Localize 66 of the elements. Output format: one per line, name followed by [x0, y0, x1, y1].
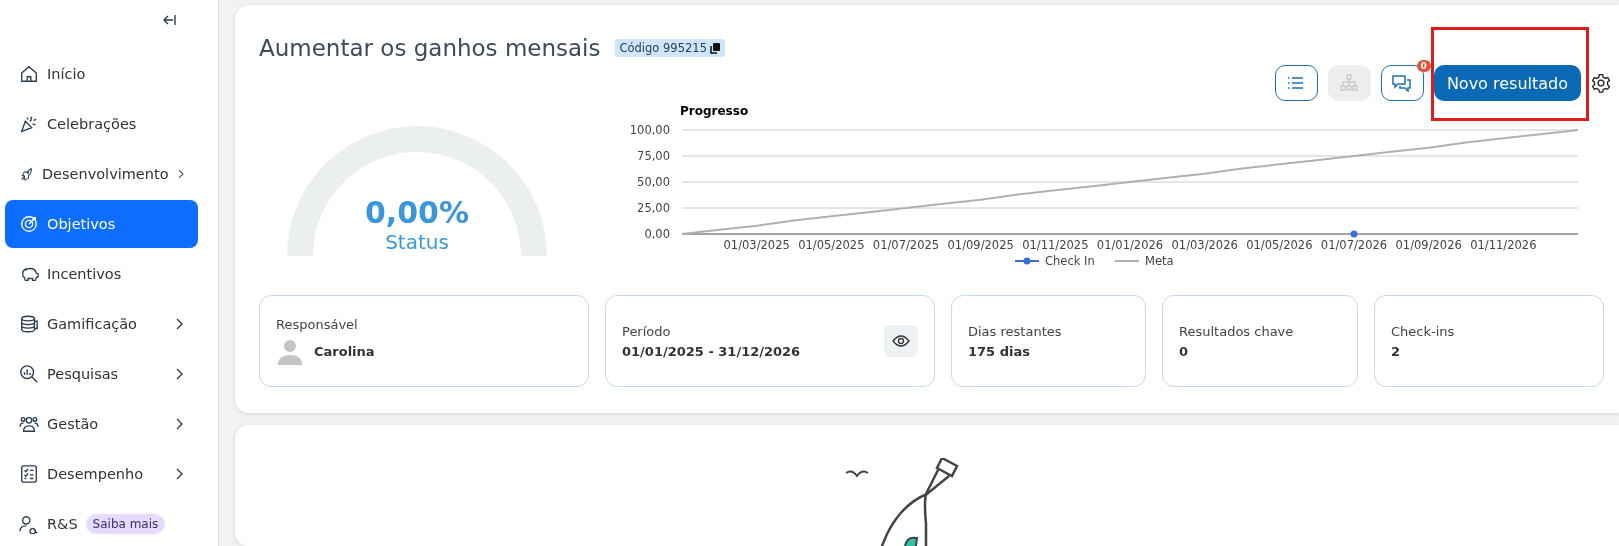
nav-item[interactable]: Incentivos — [5, 250, 198, 298]
info-value: 175 dias — [968, 343, 1031, 359]
x-axis-label: 01/01/2026 — [1096, 238, 1164, 252]
legend-label: Check In — [1045, 254, 1095, 268]
nav-item[interactable]: R&S Saiba mais — [5, 500, 198, 546]
search-chart-icon — [19, 364, 39, 384]
people-icon — [19, 414, 39, 434]
x-axis-label: 01/09/2026 — [1395, 238, 1462, 252]
list-view-button[interactable] — [1274, 65, 1318, 101]
info-value: 01/01/2025 - 31/12/2026 — [622, 343, 802, 359]
nav-item[interactable]: Pesquisas — [5, 350, 198, 398]
info-label: Dias restantes — [968, 323, 1063, 339]
objective-title: Aumentar os ganhos mensais — [259, 35, 601, 61]
avatar-icon — [276, 337, 304, 365]
nav-item[interactable]: Desempenho — [5, 450, 198, 498]
info-value: Carolina — [314, 343, 375, 359]
copy-icon[interactable] — [709, 42, 720, 54]
chat-bubbles-icon — [1392, 74, 1413, 92]
nav-item[interactable]: Gestão — [5, 400, 198, 448]
settings-icon[interactable] — [1591, 73, 1611, 93]
eye-icon — [892, 335, 910, 347]
status-percentage: 0,00% — [364, 195, 470, 230]
x-axis-label: 01/05/2025 — [798, 238, 865, 252]
data-point — [1350, 230, 1358, 238]
checklist-icon — [19, 464, 39, 484]
nav-item[interactable]: Início — [5, 50, 198, 98]
code-tag: Código 995215 — [614, 39, 725, 57]
collapse-sidebar-icon[interactable] — [163, 14, 177, 26]
count-badge: 0 — [1416, 60, 1431, 72]
target-icon — [19, 214, 39, 234]
x-axis-label: 01/09/2025 — [947, 238, 1014, 252]
view-button[interactable] — [884, 325, 918, 357]
x-axis-label: 01/05/2026 — [1246, 238, 1313, 252]
nav-item[interactable]: Celebrações — [5, 100, 198, 148]
coins-icon — [19, 314, 39, 334]
info-label: Resultados chave — [1179, 323, 1295, 339]
info-value: 0 — [1179, 343, 1190, 359]
home-icon — [19, 64, 39, 84]
y-axis-label: 50,00 — [637, 175, 670, 189]
nav-item[interactable]: Objetivos — [5, 200, 198, 248]
chart-title: Progresso — [680, 104, 749, 118]
info-label: Check-ins — [1391, 323, 1456, 339]
info-label: Responsável — [276, 317, 359, 332]
y-axis-label: 0,00 — [644, 227, 670, 241]
nav-item[interactable]: Desenvolvimento — [5, 150, 198, 198]
y-axis-label: 100,00 — [629, 123, 670, 137]
legend-point-line-icon — [1014, 257, 1040, 265]
new-feature-badge: Saiba mais — [85, 514, 166, 534]
info-value: 2 — [1391, 343, 1402, 359]
info-label: Período — [622, 323, 672, 339]
status-label: Status — [385, 230, 449, 254]
x-axis-label: 01/11/2026 — [1470, 238, 1537, 252]
party-icon — [19, 114, 39, 134]
y-axis-label: 25,00 — [637, 201, 670, 215]
x-axis-label: 01/03/2026 — [1171, 238, 1238, 252]
y-axis-label: 75,00 — [637, 149, 670, 163]
hierarchy-icon — [1339, 74, 1360, 92]
x-axis-label: 01/03/2025 — [723, 238, 790, 252]
x-axis-label: 01/07/2026 — [1320, 238, 1388, 252]
x-axis-label: 01/11/2025 — [1022, 238, 1089, 252]
legend-line-icon — [1114, 260, 1140, 262]
nav-item[interactable]: Gamificação — [5, 300, 198, 348]
person-search-icon — [19, 514, 39, 534]
x-axis-label: 01/07/2025 — [872, 238, 940, 252]
legend-label: Meta — [1145, 254, 1174, 268]
new-result-button[interactable]: Novo resultado — [1433, 65, 1581, 101]
